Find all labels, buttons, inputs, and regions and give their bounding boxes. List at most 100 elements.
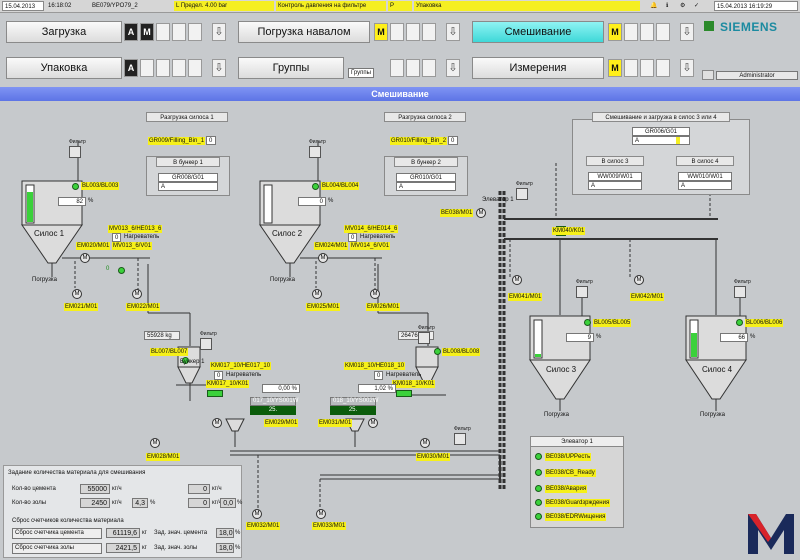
groups-tag[interactable]: Группы (348, 68, 374, 78)
ash2-pct[interactable]: 0,0 (220, 498, 236, 508)
nav-bulk-loading-button[interactable]: Погрузка навалом (238, 21, 370, 43)
bell-icon[interactable]: 🔔 (648, 1, 660, 11)
km018-k01[interactable]: KM018_10/K01 (392, 380, 436, 388)
em030-label[interactable]: EM030/M01 (416, 453, 451, 461)
motor-icon[interactable]: M (132, 289, 142, 299)
nav-mixing-button[interactable]: Смешивание (472, 21, 604, 43)
silo3-sensor[interactable]: BL005/BL005 (593, 319, 632, 327)
filter-icon[interactable]: Фильтр (309, 139, 326, 158)
silo2-em25[interactable]: EM025/M01 (306, 303, 341, 311)
em032-label[interactable]: EM032/M01 (246, 522, 281, 530)
km017-he[interactable]: KM017_10/HE017_10 (210, 362, 272, 370)
mode-m-slot[interactable]: M (608, 59, 622, 77)
motor-icon[interactable]: M (318, 253, 328, 263)
motor-icon[interactable]: M (252, 509, 262, 519)
km040-label[interactable]: KM040/K01 (552, 227, 586, 235)
pct-ash[interactable]: 18,0 (216, 543, 234, 553)
arrow-down-icon[interactable]: ⇩ (212, 59, 226, 77)
silo1-filling[interactable]: GR009/Filling_Bin_1 (148, 137, 206, 145)
filter-icon[interactable]: Фильтр (734, 279, 751, 298)
motor-icon[interactable]: M (512, 275, 522, 285)
km018-he[interactable]: KM018_10/HE018_10 (344, 362, 406, 370)
em029-label[interactable]: EM029/M01 (264, 419, 299, 427)
reset-ash-button[interactable]: Сброс счетчика золы (12, 543, 102, 554)
motor-icon[interactable]: M (312, 289, 322, 299)
filter-icon[interactable]: Фильтр (418, 325, 435, 344)
silo1-em21[interactable]: EM021/M01 (64, 303, 99, 311)
ash-input[interactable]: 2450 (80, 498, 110, 508)
motor-icon[interactable]: M (370, 289, 380, 299)
reset-cement-button[interactable]: Сброс счетчика цемента (12, 528, 102, 539)
silo1-sensor[interactable]: BL003/BL003 (81, 182, 120, 190)
motor-icon[interactable]: M (316, 509, 326, 519)
motor-icon[interactable]: M (634, 275, 644, 285)
arrow-down-icon[interactable]: ⇩ (680, 23, 694, 41)
silo2-sensor[interactable]: BL004/BL004 (321, 182, 360, 190)
em028-label[interactable]: EM028/M01 (146, 453, 181, 461)
ys001-value[interactable]: 25. (250, 406, 296, 415)
km017-k01[interactable]: KM017_10/K01 (206, 380, 250, 388)
ys002-label[interactable]: 018_10/YS002W (330, 397, 378, 406)
arrow-down-icon[interactable]: ⇩ (212, 23, 226, 41)
mode-m-slot[interactable]: M (608, 23, 622, 41)
silo2-filling[interactable]: GR010/Filling_Bin_2 (390, 137, 448, 145)
em031-label[interactable]: EM031/M01 (318, 419, 353, 427)
silo1-mv-v01[interactable]: MV013_6/V01 (112, 242, 153, 250)
km017-indicator[interactable] (207, 390, 223, 397)
silo2-em24[interactable]: EM024/M01 (314, 242, 349, 250)
filter-icon[interactable]: Фильтр (516, 181, 533, 200)
cement2-input[interactable]: 0 (188, 484, 210, 494)
mode-a-slot[interactable]: A (124, 59, 138, 77)
motor-icon[interactable]: M (368, 418, 378, 428)
mode-m-slot[interactable]: M (374, 23, 388, 41)
motor-icon[interactable]: M (150, 438, 160, 448)
silo2-em26[interactable]: EM026/M01 (366, 303, 401, 311)
bl008-label[interactable]: BL008/BL008 (442, 348, 481, 356)
ww010-value[interactable]: A (678, 181, 732, 190)
motor-icon[interactable]: M (80, 253, 90, 263)
km018-indicator[interactable] (396, 390, 412, 397)
ash-pct[interactable]: 4,3 (132, 498, 148, 508)
motor-icon[interactable]: M (476, 208, 486, 218)
mode-a-slot[interactable]: A (124, 23, 138, 41)
ys002-value[interactable]: 25. (330, 406, 376, 415)
filter-icon[interactable]: Фильтр (69, 139, 86, 158)
ys001-label[interactable]: 017_10/YS001W (250, 397, 298, 406)
em033-label[interactable]: EM033/M01 (312, 522, 347, 530)
arrow-down-icon[interactable]: ⇩ (680, 59, 694, 77)
silo4-sensor[interactable]: BL006/BL006 (745, 319, 784, 327)
filter-icon[interactable]: Фильтр (576, 279, 593, 298)
keyboard-icon[interactable] (702, 70, 714, 80)
screen-icon[interactable] (704, 21, 714, 31)
silo2-mv[interactable]: MV014_6/HE014_6 (344, 225, 399, 233)
em041-label[interactable]: EM041/M01 (508, 293, 543, 301)
nav-measurements-button[interactable]: Измерения (472, 57, 604, 79)
bl007-label[interactable]: BL007/BL007 (150, 348, 189, 356)
filter-icon[interactable]: Фильтр (454, 426, 471, 445)
gr010-value[interactable]: A (396, 182, 456, 191)
ash2-input[interactable]: 0 (188, 498, 210, 508)
silo1-mv[interactable]: MV013_6/HE013_6 (108, 225, 163, 233)
tool-icon[interactable]: ⚙ (678, 1, 688, 11)
mode-m-slot[interactable]: M (140, 23, 154, 41)
pct-cement[interactable]: 18,0 (216, 528, 234, 538)
cement-input[interactable]: 55000 (80, 484, 110, 494)
motor-icon[interactable]: M (420, 438, 430, 448)
nav-packing-button[interactable]: Упаковка (6, 57, 122, 79)
silo2-mv-v01[interactable]: MV014_6/V01 (350, 242, 391, 250)
ww009-value[interactable]: A (588, 181, 642, 190)
motor-icon[interactable]: M (212, 418, 222, 428)
silo1-em22[interactable]: EM022/M01 (126, 303, 161, 311)
filter-icon[interactable]: Фильтр (200, 331, 217, 350)
arrow-down-icon[interactable]: ⇩ (446, 59, 460, 77)
silo1-em20[interactable]: EM020/M01 (76, 242, 111, 250)
ack-icon[interactable]: ✓ (692, 1, 702, 11)
arrow-down-icon[interactable]: ⇩ (446, 23, 460, 41)
nav-groups-button[interactable]: Группы (238, 57, 344, 79)
gr008-value[interactable]: A (158, 182, 218, 191)
info-icon[interactable]: ℹ (664, 1, 674, 11)
nav-zagruzka-button[interactable]: Загрузка (6, 21, 122, 43)
em042-label[interactable]: EM042/M01 (630, 293, 665, 301)
be038-label[interactable]: BE038/M01 (440, 209, 474, 217)
gr006-value[interactable]: A (632, 136, 690, 145)
